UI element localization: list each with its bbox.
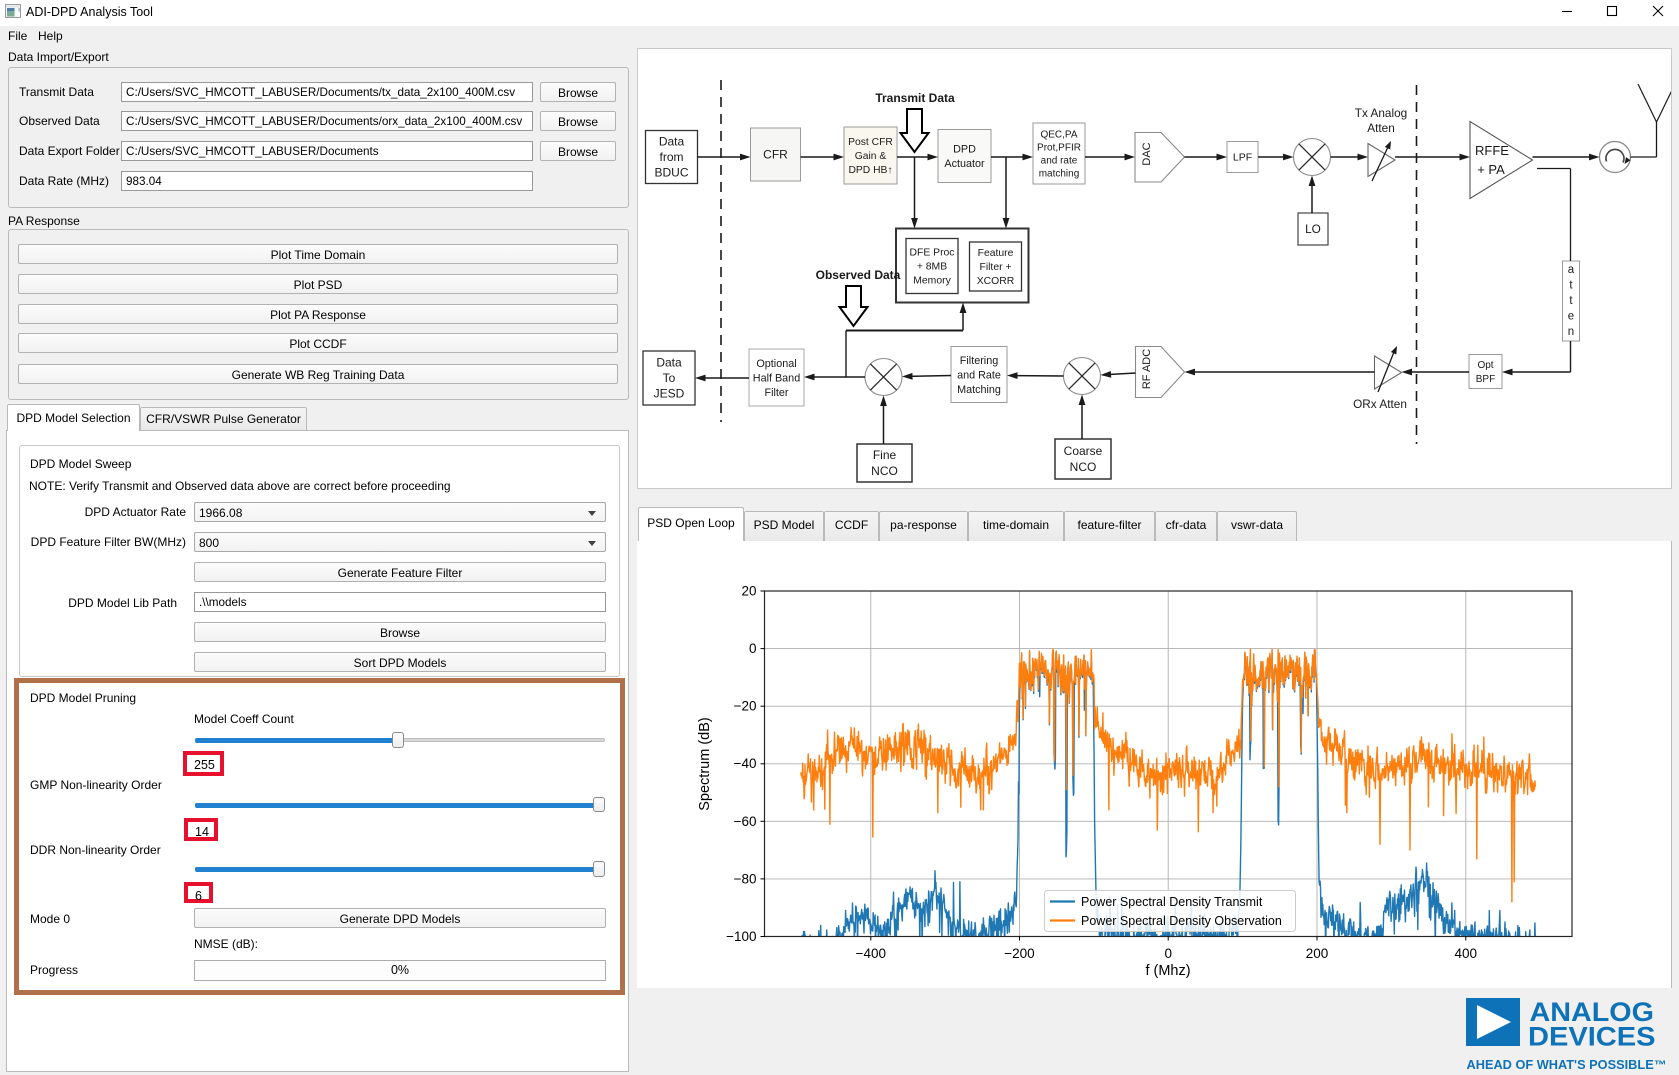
svg-text:−60: −60 [734,814,757,829]
svg-text:e: e [1568,311,1574,323]
svg-text:Gain &: Gain & [855,151,887,162]
svg-text:+ 8MB: + 8MB [917,262,947,273]
svg-text:−20: −20 [734,699,757,714]
svg-text:200: 200 [1306,946,1329,961]
svg-text:DAC: DAC [1141,142,1153,165]
svg-text:Data: Data [656,356,682,370]
svg-text:Actuator: Actuator [944,158,985,170]
svg-text:Opt: Opt [1477,360,1493,371]
svg-text:−80: −80 [734,871,757,886]
svg-text:LPF: LPF [1233,152,1252,164]
svg-text:DEVICES: DEVICES [1528,1022,1656,1052]
svg-text:ORx Atten: ORx Atten [1353,397,1407,411]
svg-text:Matching: Matching [957,384,1001,396]
svg-text:RF ADC: RF ADC [1141,349,1153,389]
svg-text:Atten: Atten [1367,121,1395,135]
svg-text:NCO: NCO [871,464,898,478]
svg-text:Optional: Optional [756,358,796,370]
svg-text:20: 20 [741,584,756,599]
svg-text:Coarse: Coarse [1064,444,1103,458]
svg-text:Prot,PFIR: Prot,PFIR [1037,143,1081,154]
svg-text:−200: −200 [1004,946,1034,961]
svg-text:BPF: BPF [1476,374,1495,385]
svg-text:To: To [663,371,676,385]
svg-text:0: 0 [1164,946,1172,961]
svg-text:Fine: Fine [873,448,897,462]
svg-text:NCO: NCO [1070,460,1097,474]
svg-text:JESD: JESD [654,387,685,401]
svg-text:and rate: and rate [1041,156,1078,167]
svg-text:−40: −40 [734,756,757,771]
svg-text:CFR: CFR [763,148,788,162]
svg-text:Filter: Filter [765,387,789,399]
svg-text:Half Band: Half Band [753,372,800,384]
svg-text:−100: −100 [726,929,756,944]
svg-text:Transmit Data: Transmit Data [875,91,955,105]
svg-text:Filter +: Filter + [979,262,1011,273]
svg-text:Spectrum (dB): Spectrum (dB) [697,717,713,810]
svg-text:DFE Proc: DFE Proc [909,248,954,259]
svg-text:400: 400 [1455,946,1478,961]
svg-text:a: a [1568,264,1575,276]
svg-text:Feature: Feature [978,248,1014,259]
svg-text:Power Spectral Density Observa: Power Spectral Density Observation [1081,914,1282,928]
svg-text:−400: −400 [856,946,886,961]
svg-text:XCORR: XCORR [977,276,1015,287]
svg-text:matching: matching [1039,169,1080,180]
svg-text:f (Mhz): f (Mhz) [1145,963,1190,979]
svg-text:Post CFR: Post CFR [848,137,893,148]
svg-text:QEC,PA: QEC,PA [1040,130,1077,141]
svg-text:n: n [1568,326,1574,338]
svg-text:from: from [660,150,684,164]
svg-text:Data: Data [659,135,685,149]
svg-text:DPD: DPD [953,144,976,156]
svg-text:Power Spectral Density Transmi: Power Spectral Density Transmit [1081,895,1263,909]
svg-text:+ PA: + PA [1477,162,1505,177]
svg-text:RFFE: RFFE [1475,143,1509,158]
svg-text:BDUC: BDUC [654,166,688,180]
svg-text:Observed Data: Observed Data [816,268,901,282]
svg-text:LO: LO [1305,222,1321,236]
svg-text:DPD HB↑: DPD HB↑ [848,165,892,176]
svg-text:AHEAD OF WHAT'S POSSIBLE™: AHEAD OF WHAT'S POSSIBLE™ [1467,1058,1667,1072]
svg-text:Filtering: Filtering [960,355,998,367]
svg-text:Memory: Memory [913,276,951,287]
svg-text:0: 0 [749,641,757,656]
svg-text:and Rate: and Rate [957,369,1001,381]
svg-text:Tx Analog: Tx Analog [1355,106,1407,120]
